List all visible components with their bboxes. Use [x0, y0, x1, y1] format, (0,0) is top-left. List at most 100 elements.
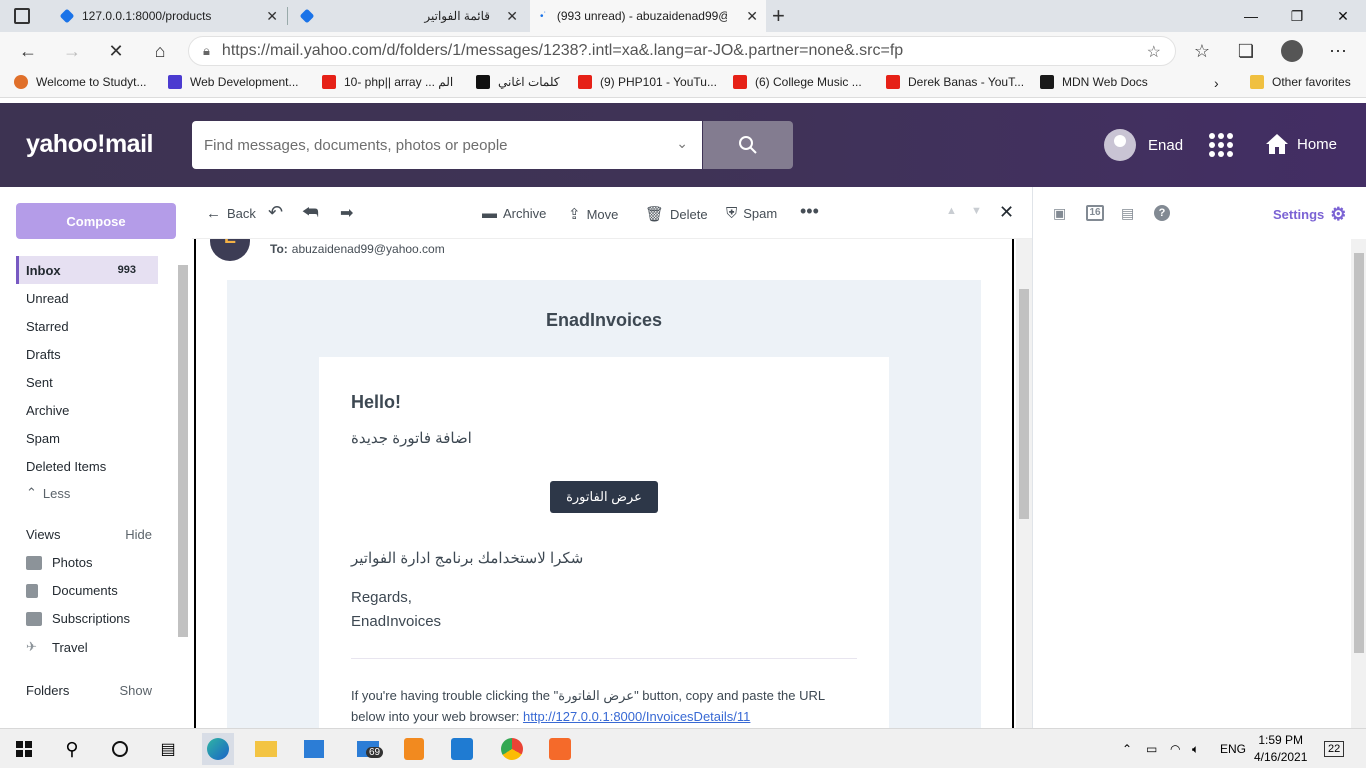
view-documents[interactable]: Documents: [26, 583, 118, 598]
tab-yahoo-mail[interactable]: •˙ (993 unread) - abuzaidenad99@ ✕: [530, 0, 766, 32]
tab-actions-icon[interactable]: [14, 8, 30, 24]
battery-icon[interactable]: ▭: [1146, 729, 1157, 768]
search-input[interactable]: Find messages, documents, photos or peop…: [192, 121, 702, 169]
help-icon[interactable]: ?: [1154, 205, 1170, 221]
close-window-icon[interactable]: ✕: [1320, 0, 1366, 32]
message-scrollbar[interactable]: [1016, 239, 1032, 728]
collections-icon[interactable]: ❏: [1232, 37, 1260, 65]
right-rail-scrollbar[interactable]: [1351, 239, 1366, 728]
chevron-down-icon[interactable]: ⌄: [676, 135, 688, 152]
favorites-icon[interactable]: ☆: [1188, 37, 1216, 65]
sidebar-item-starred[interactable]: Starred: [16, 312, 158, 340]
show-folders-link[interactable]: Show: [119, 683, 152, 698]
add-favorite-icon[interactable]: ☆: [1147, 42, 1161, 62]
bookmark-php101[interactable]: (9) PHP101 - YouTu...: [578, 75, 717, 89]
volume-icon[interactable]: 🔈︎: [1192, 729, 1199, 768]
close-tab-icon[interactable]: ✕: [746, 8, 758, 25]
sidebar-item-drafts[interactable]: Drafts: [16, 340, 158, 368]
sidebar-item-inbox[interactable]: Inbox 993: [16, 256, 158, 284]
sidebar-item-deleted[interactable]: Deleted Items: [16, 452, 158, 480]
profile-avatar[interactable]: [1278, 37, 1306, 65]
xampp-icon[interactable]: [544, 733, 576, 765]
new-tab-icon[interactable]: +: [772, 3, 785, 29]
settings-button[interactable]: Find messages, documents, photos or peop…: [1273, 204, 1346, 225]
sublime-icon[interactable]: [398, 733, 430, 765]
yahoo-mail-logo[interactable]: yahoo!mail: [26, 130, 153, 159]
bookmark-mdn[interactable]: MDN Web Docs: [1040, 75, 1148, 89]
sidebar-scrollbar[interactable]: [176, 247, 190, 727]
windows-start-icon[interactable]: [8, 733, 40, 765]
sidebar-item-unread[interactable]: Unread: [16, 284, 158, 312]
view-photos[interactable]: Photos: [26, 555, 92, 570]
bookmark-studytonight[interactable]: Welcome to Studyt...: [14, 75, 147, 89]
previous-message-icon[interactable]: ▲: [946, 205, 957, 217]
tab-invoices-list[interactable]: قائمة الفواتير ✕: [290, 0, 526, 32]
sidebar-item-sent[interactable]: Sent: [16, 368, 158, 396]
stop-loading-icon[interactable]: ✕: [102, 37, 130, 65]
notepad-icon[interactable]: ▤: [1121, 205, 1139, 221]
clock[interactable]: 1:59 PM 4/16/2021: [1254, 732, 1307, 766]
spam-button[interactable]: ⛨ Spam: [726, 205, 777, 222]
right-rail: ▣ 16 ▤ ? Find messages, documents, photo…: [1032, 187, 1366, 728]
more-menu-icon[interactable]: ⋯: [1324, 37, 1352, 65]
archive-button[interactable]: ▬ Archive: [482, 205, 546, 222]
scrollbar-thumb[interactable]: [1354, 253, 1364, 653]
view-subscriptions[interactable]: Subscriptions: [26, 611, 130, 626]
email-brand[interactable]: EnadInvoices: [227, 310, 981, 331]
bookmark-other-favorites[interactable]: Other favorites: [1250, 75, 1351, 89]
task-view-icon[interactable]: ▤: [152, 733, 184, 765]
bookmark-php-array[interactable]: 10- php|| array ... الم: [322, 75, 453, 89]
apps-grid-icon[interactable]: [1209, 133, 1233, 157]
minimize-icon[interactable]: —: [1228, 0, 1274, 32]
compose-button[interactable]: Compose: [16, 203, 176, 239]
back-arrow-icon[interactable]: ←: [14, 37, 42, 65]
close-message-icon[interactable]: ✕: [999, 202, 1014, 223]
wifi-icon[interactable]: ◠: [1170, 729, 1180, 768]
contacts-icon[interactable]: ▣: [1053, 205, 1071, 221]
more-actions-icon[interactable]: •••: [800, 201, 819, 222]
search-icon[interactable]: ⚲: [56, 733, 88, 765]
forward-arrow-icon[interactable]: →: [58, 37, 86, 65]
reply-icon[interactable]: ↶: [268, 202, 283, 223]
bookmark-derek-banas[interactable]: Derek Banas - YouT...: [886, 75, 1024, 89]
move-button[interactable]: ⇪ Move: [568, 205, 618, 223]
tab-products[interactable]: 127.0.0.1:8000/products ✕: [50, 0, 286, 32]
scrollbar-thumb[interactable]: [178, 265, 188, 637]
bookmark-web-development[interactable]: Web Development...: [168, 75, 299, 89]
sidebar-item-archive[interactable]: Archive: [16, 396, 158, 424]
edge-icon[interactable]: [202, 733, 234, 765]
store-icon[interactable]: [298, 733, 330, 765]
scrollbar-thumb[interactable]: [1019, 289, 1029, 519]
vscode-icon[interactable]: [446, 733, 478, 765]
next-message-icon[interactable]: ▼: [971, 205, 982, 217]
bookmark-college-music[interactable]: (6) College Music ...: [733, 75, 862, 89]
calendar-icon[interactable]: 16: [1086, 205, 1104, 221]
user-menu[interactable]: Enad: [1104, 129, 1183, 161]
sidebar-item-spam[interactable]: Spam: [16, 424, 158, 452]
cortana-icon[interactable]: [104, 733, 136, 765]
delete-button[interactable]: 🗑︎ Delete: [645, 205, 708, 223]
reply-all-icon[interactable]: ⮪: [302, 202, 319, 223]
back-button[interactable]: ← Back: [206, 205, 256, 222]
notifications-icon[interactable]: 22: [1324, 729, 1345, 768]
less-toggle[interactable]: ⌃ Less: [16, 479, 158, 507]
mail-icon[interactable]: 69: [352, 733, 384, 765]
search-button[interactable]: [703, 121, 793, 169]
home-link[interactable]: Home: [1265, 133, 1337, 155]
close-tab-icon[interactable]: ✕: [506, 8, 518, 25]
invoice-details-link[interactable]: http://127.0.0.1:8000/InvoicesDetails/11: [523, 709, 750, 724]
url-field[interactable]: 🔒︎ https://mail.yahoo.com/d/folders/1/me…: [188, 36, 1176, 66]
close-tab-icon[interactable]: ✕: [266, 8, 278, 25]
view-invoice-button[interactable]: عرض الفاتورة: [550, 481, 658, 513]
forward-icon[interactable]: ➡: [340, 203, 353, 223]
view-travel[interactable]: ✈ Travel: [26, 639, 88, 655]
file-explorer-icon[interactable]: [250, 733, 282, 765]
chrome-icon[interactable]: [496, 733, 528, 765]
language-indicator[interactable]: ENG: [1220, 729, 1246, 768]
hide-views-link[interactable]: Hide: [125, 527, 152, 542]
restore-icon[interactable]: ❐: [1274, 0, 1320, 32]
home-icon[interactable]: ⌂: [146, 37, 174, 65]
show-hidden-icons-icon[interactable]: ⌃: [1122, 729, 1132, 768]
bookmark-song-lyrics[interactable]: كلمات اغاني: [476, 75, 560, 89]
chevron-right-icon[interactable]: ›: [1214, 75, 1219, 91]
